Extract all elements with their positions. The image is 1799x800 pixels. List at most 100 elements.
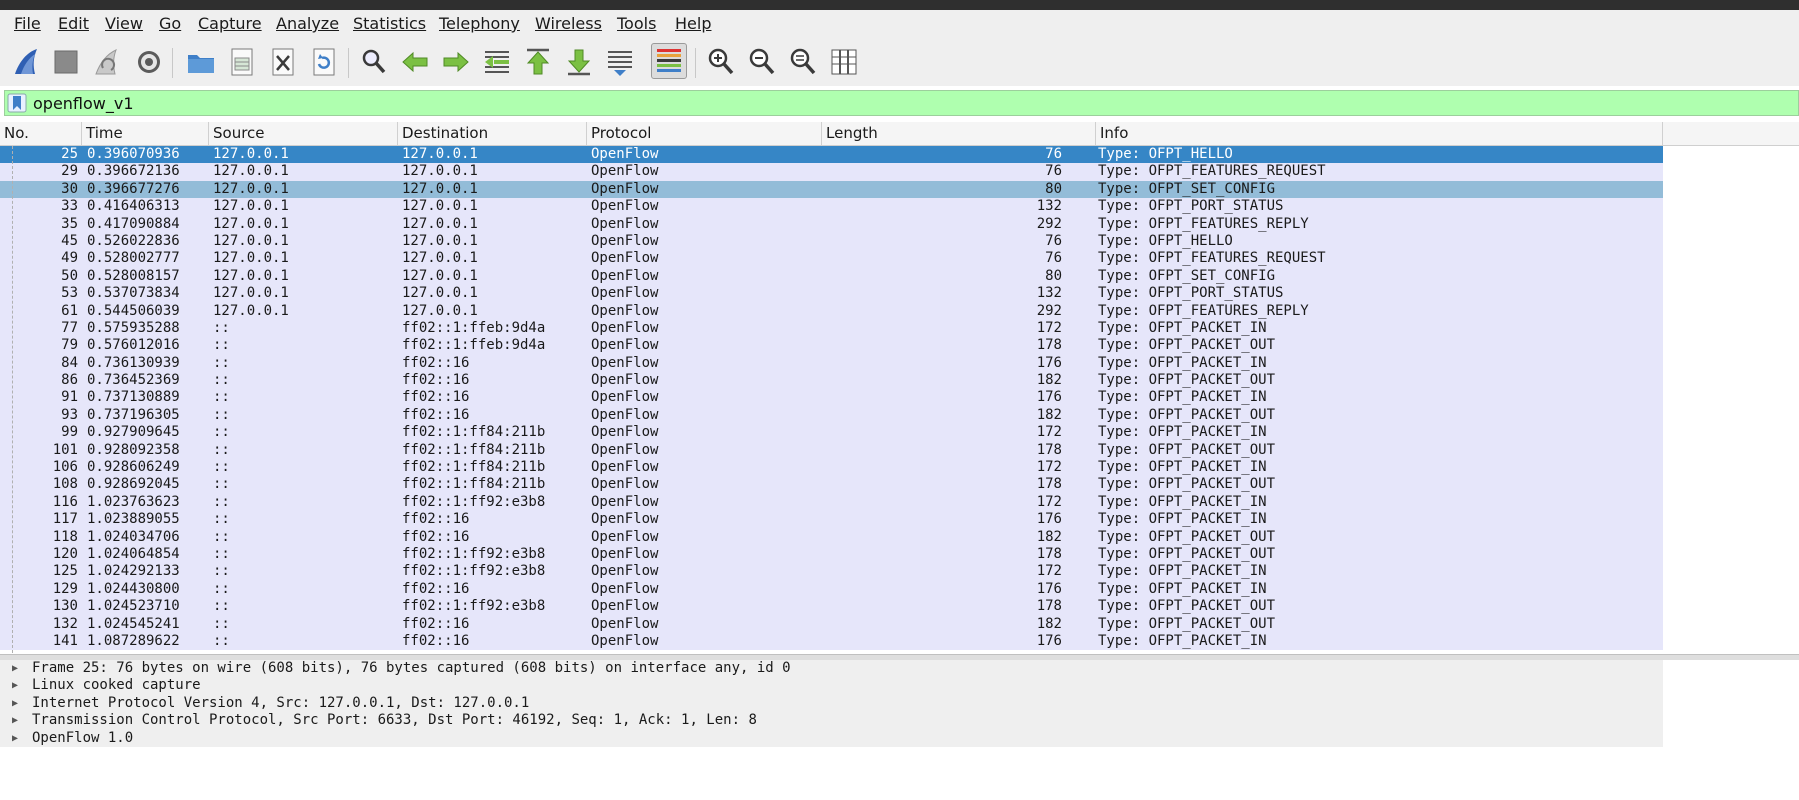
find-magnifier-icon[interactable] — [356, 44, 392, 80]
menu-help[interactable]: Help — [675, 14, 711, 33]
packet-row[interactable]: 86 0.736452369:: ff02::16 OpenFlow 182 Type: … — [0, 372, 1663, 390]
expand-arrow-icon[interactable]: ▶ — [12, 730, 18, 747]
detail-tree-item[interactable]: ▶ Frame 25: 76 bytes on wire (608 bits), … — [0, 660, 1663, 678]
packet-row[interactable]: 33 0.416406313 127.0.0.1 127.0.0.1 OpenFlow 1… — [0, 198, 1663, 216]
first-packet-icon[interactable] — [520, 44, 556, 80]
menu-file[interactable]: File — [14, 14, 41, 33]
packet-row[interactable]: 61 0.544506039 127.0.0.1 127.0.0.1 OpenFlow 2… — [0, 302, 1663, 320]
packet-row[interactable]: 50 0.528008157 127.0.0.1 127.0.0.1 OpenFlow 8… — [0, 267, 1663, 286]
restart-fin-icon[interactable] — [89, 44, 125, 80]
packet-protocol-cell: OpenFlow — [591, 302, 659, 319]
packet-row[interactable]: 99 0.927909645:: ff02::1:ff84:211b OpenFlow… — [0, 424, 1663, 442]
open-folder-icon[interactable] — [183, 44, 219, 80]
last-packet-icon[interactable] — [561, 44, 597, 80]
go-forward-arrow-icon[interactable] — [438, 44, 474, 80]
packet-row[interactable]: 77 0.575935288:: ff02::1:ffeb:9d4a OpenFlow… — [0, 319, 1663, 338]
packet-protocol-cell: OpenFlow — [591, 198, 659, 215]
expand-arrow-icon[interactable]: ▶ — [12, 660, 18, 677]
packet-row[interactable]: 120 1.024064854:: ff02::1:ff92:e3b8 OpenFlo… — [0, 545, 1663, 564]
packet-protocol-cell: OpenFlow — [591, 459, 659, 476]
gear-options-icon[interactable] — [131, 44, 167, 80]
packet-length-cell: 176 — [1036, 354, 1062, 371]
packet-destination-cell: ff02::16 — [402, 615, 470, 632]
packet-time-cell: 0.526022836 — [87, 232, 180, 249]
packet-row[interactable]: 108 0.928692045:: ff02::1:ff84:211b OpenFlo… — [0, 476, 1663, 494]
packet-row[interactable]: 84 0.736130939:: ff02::16 OpenFlow 176 Type: … — [0, 354, 1663, 373]
packet-source-cell: :: — [213, 424, 230, 441]
packet-row[interactable]: 35 0.417090884 127.0.0.1 127.0.0.1 OpenFlow 2… — [0, 215, 1663, 233]
menu-tools[interactable]: Tools — [617, 14, 656, 33]
packet-source-cell: 127.0.0.1 — [213, 285, 289, 302]
detail-tree-item[interactable]: ▶ Internet Protocol Version 4, Src: 127.0… — [0, 694, 1663, 713]
packet-row[interactable]: 117 1.023889055:: ff02::16 OpenFlow 176 Type:… — [0, 511, 1663, 529]
packet-time-cell: 0.928092358 — [87, 441, 180, 458]
packet-row[interactable]: 125 1.024292133:: ff02::1:ff92:e3b8 OpenFlo… — [0, 563, 1663, 581]
go-to-packet-icon[interactable] — [479, 44, 515, 80]
colorize-icon[interactable] — [651, 43, 687, 79]
packet-row[interactable]: 118 1.024034706:: ff02::16 OpenFlow 182 Type:… — [0, 528, 1663, 546]
detail-tree-item[interactable]: ▶ Transmission Control Protocol, Src Port… — [0, 712, 1663, 730]
reload-file-icon[interactable] — [306, 44, 342, 80]
column-header-info[interactable]: Info — [1096, 122, 1663, 145]
packet-row[interactable]: 91 0.737130889:: ff02::16 OpenFlow 176 Type: … — [0, 389, 1663, 407]
save-file-icon[interactable] — [224, 44, 260, 80]
packet-source-cell: :: — [213, 354, 230, 371]
column-header-no[interactable]: No. — [0, 122, 82, 145]
menu-go[interactable]: Go — [159, 14, 181, 33]
packet-row[interactable]: 79 0.576012016:: ff02::1:ffeb:9d4a OpenFlow… — [0, 337, 1663, 355]
column-header-time[interactable]: Time — [82, 122, 209, 145]
zoom-in-icon[interactable] — [703, 44, 739, 80]
column-header-protocol[interactable]: Protocol — [587, 122, 822, 145]
packet-row[interactable]: 116 1.023763623:: ff02::1:ff92:e3b8 OpenFlo… — [0, 493, 1663, 512]
display-filter-input[interactable] — [33, 91, 1733, 115]
menu-wireless-label: Wireless — [535, 14, 602, 33]
menu-capture[interactable]: Capture — [198, 14, 262, 33]
stop-square-icon[interactable] — [48, 44, 84, 80]
packet-row[interactable]: 101 0.928092358:: ff02::1:ff84:211b OpenFlo… — [0, 441, 1663, 460]
packet-row[interactable]: 45 0.526022836 127.0.0.1 127.0.0.1 OpenFlow 7… — [0, 232, 1663, 251]
packet-row[interactable]: 49 0.528002777 127.0.0.1 127.0.0.1 OpenFlow 7… — [0, 250, 1663, 268]
expand-arrow-icon[interactable]: ▶ — [12, 677, 18, 694]
expand-arrow-icon[interactable]: ▶ — [12, 695, 18, 712]
menu-analyze[interactable]: Analyze — [276, 14, 339, 33]
packet-protocol-cell: OpenFlow — [591, 354, 659, 371]
packet-row[interactable]: 129 1.024430800:: ff02::16 OpenFlow 176 Type:… — [0, 580, 1663, 599]
shark-fin-start-icon[interactable] — [9, 44, 45, 80]
menu-wireless[interactable]: Wireless — [535, 14, 602, 33]
packet-time-cell: 0.736452369 — [87, 372, 180, 389]
menu-telephony[interactable]: Telephony — [439, 14, 520, 33]
zoom-out-icon[interactable] — [744, 44, 780, 80]
packet-source-cell: 127.0.0.1 — [213, 198, 289, 215]
detail-tree-label: Internet Protocol Version 4, Src: 127.0.… — [32, 694, 530, 711]
resize-columns-icon[interactable] — [826, 44, 862, 80]
detail-tree-item[interactable]: ▶ OpenFlow 1.0 — [0, 729, 1663, 747]
packet-row[interactable]: 132 1.024545241:: ff02::16 OpenFlow 182 Type:… — [0, 615, 1663, 633]
column-header-source[interactable]: Source — [209, 122, 398, 145]
menu-edit[interactable]: Edit — [58, 14, 89, 33]
menu-view-label: View — [105, 14, 143, 33]
zoom-normal-icon[interactable] — [785, 44, 821, 80]
packet-row[interactable]: 25 0.396070936 127.0.0.1 127.0.0.1 OpenFlow 7… — [0, 146, 1663, 164]
menu-statistics[interactable]: Statistics — [353, 14, 426, 33]
packet-info-cell: Type: OFPT_PACKET_IN — [1098, 459, 1267, 476]
autoscroll-icon[interactable] — [602, 44, 638, 80]
packet-row[interactable]: 93 0.737196305:: ff02::16 OpenFlow 182 Type: … — [0, 406, 1663, 425]
bookmark-icon[interactable] — [7, 93, 27, 113]
packet-destination-cell: 127.0.0.1 — [402, 146, 478, 162]
packet-row[interactable]: 29 0.396672136 127.0.0.1 127.0.0.1 OpenFlow 7… — [0, 163, 1663, 181]
menu-view[interactable]: View — [105, 14, 143, 33]
detail-tree-item[interactable]: ▶ Linux cooked capture — [0, 677, 1663, 695]
packet-row[interactable]: 106 0.928606249:: ff02::1:ff84:211b OpenFlo… — [0, 459, 1663, 477]
packet-source-cell: :: — [213, 459, 230, 476]
go-back-arrow-icon[interactable] — [397, 44, 433, 80]
packet-row[interactable]: 53 0.537073834 127.0.0.1 127.0.0.1 OpenFlow 1… — [0, 285, 1663, 303]
column-header-length[interactable]: Length — [822, 122, 1096, 145]
packet-row[interactable]: 130 1.024523710:: ff02::1:ff92:e3b8 OpenFlo… — [0, 598, 1663, 616]
column-header-destination[interactable]: Destination — [398, 122, 587, 145]
packet-source-cell: :: — [213, 389, 230, 406]
expand-arrow-icon[interactable]: ▶ — [12, 712, 18, 729]
close-file-icon[interactable] — [265, 44, 301, 80]
packet-length-cell: 182 — [1036, 615, 1062, 632]
packet-row[interactable]: 30 0.396677276 127.0.0.1 127.0.0.1 OpenFlow 8… — [0, 180, 1663, 199]
packet-row[interactable]: 141 1.087289622:: ff02::16 OpenFlow 176 Type:… — [0, 632, 1663, 651]
